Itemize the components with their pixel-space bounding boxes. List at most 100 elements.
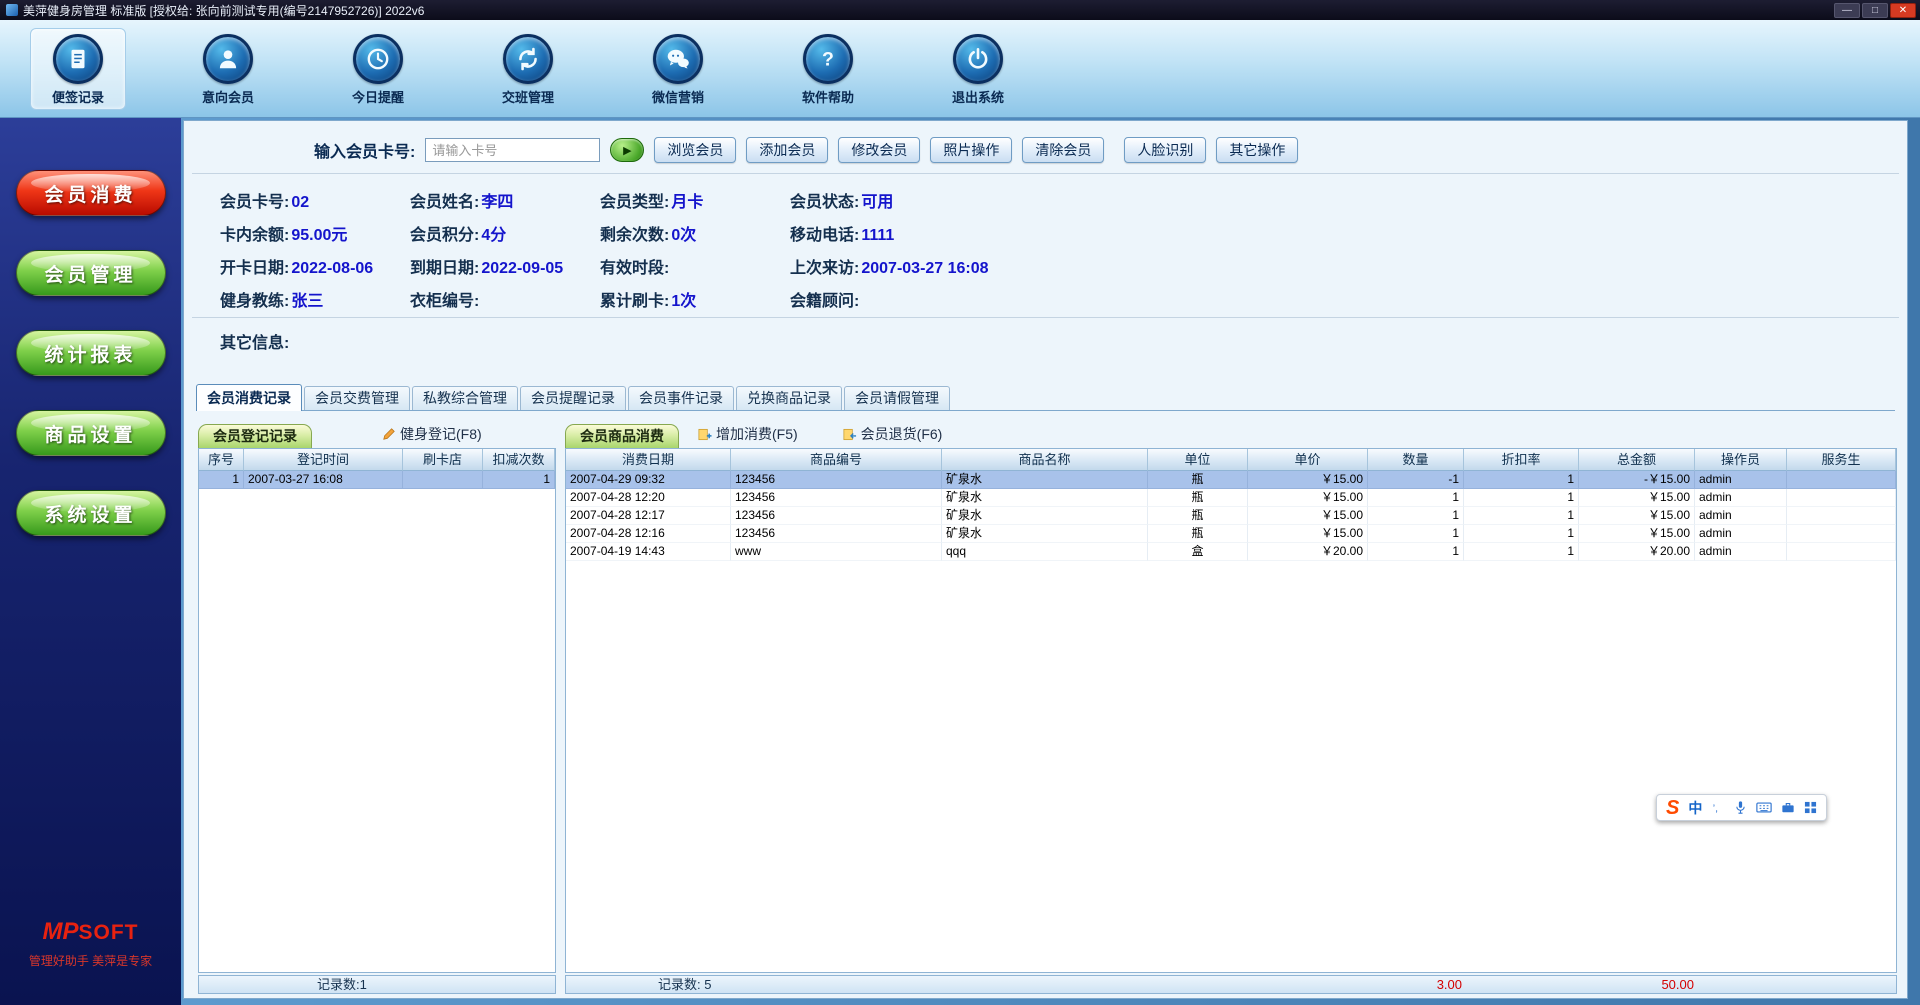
toolbar-item-help[interactable]: ? 软件帮助: [780, 28, 876, 110]
tab-payment-management[interactable]: 会员交费管理: [304, 386, 410, 410]
column-header[interactable]: 总金额: [1579, 449, 1695, 471]
cell-waiter: [1787, 543, 1896, 561]
table-row[interactable]: 2007-04-29 09:32 123456 矿泉水 瓶 ￥15.00 -1 …: [566, 471, 1896, 489]
grid-icon[interactable]: [1804, 801, 1817, 814]
column-header[interactable]: 单位: [1148, 449, 1248, 471]
search-go-button[interactable]: ▶: [610, 138, 645, 162]
toolbar-item-notes[interactable]: 便签记录: [30, 27, 126, 110]
cell-discount: 1: [1464, 507, 1579, 525]
member-field-mobile: 移动电话: 1111: [790, 226, 895, 244]
cell-unit: 瓶: [1148, 489, 1248, 507]
keyboard-icon[interactable]: [1756, 801, 1773, 814]
column-header[interactable]: 商品名称: [942, 449, 1148, 471]
sidebar-item-member-management[interactable]: 会员管理: [15, 250, 166, 296]
tab-consumption-records[interactable]: 会员消费记录: [196, 384, 302, 411]
product-consumption-tab[interactable]: 会员商品消费: [565, 424, 679, 448]
clear-member-button[interactable]: 清除会员: [1022, 137, 1105, 163]
table-row[interactable]: 2007-04-19 14:43 www qqq 盒 ￥20.00 1 1 ￥2…: [566, 543, 1896, 561]
gym-checkin-button-label: 健身登记(F8): [400, 426, 482, 442]
add-consumption-button[interactable]: 增加消费(F5): [697, 424, 798, 444]
cell-qty: 1: [1368, 507, 1464, 525]
sogou-logo-icon[interactable]: S: [1666, 798, 1679, 818]
cell-operator: admin: [1695, 525, 1787, 543]
member-return-label: 会员退货(F6): [860, 426, 943, 442]
table-row[interactable]: 2007-04-28 12:20 123456 矿泉水 瓶 ￥15.00 1 1…: [566, 489, 1896, 507]
table-row[interactable]: 2007-04-28 12:16 123456 矿泉水 瓶 ￥15.00 1 1…: [566, 525, 1896, 543]
sidebar-item-statistics-reports[interactable]: 统计报表: [15, 330, 166, 376]
table-row[interactable]: 1 2007-03-27 16:08 1: [199, 471, 555, 489]
minimize-button[interactable]: —: [1834, 2, 1860, 18]
ime-toolbar: S 中 ’,: [1656, 794, 1828, 821]
card-number-input[interactable]: [425, 138, 601, 162]
cell-total: ￥20.00: [1579, 543, 1695, 561]
member-return-button[interactable]: 会员退货(F6): [842, 424, 943, 444]
cell-operator: admin: [1695, 507, 1787, 525]
toolbar-item-exit[interactable]: 退出系统: [930, 28, 1026, 110]
cell-product: 矿泉水: [942, 471, 1148, 489]
sidebar-item-label: 商品设置: [44, 424, 137, 446]
member-search-row: 输入会员卡号: ▶ 浏览会员 添加会员 修改会员 照片操作 清除会员 人脸识别 …: [314, 135, 1887, 165]
window-title: 美萍健身房管理 标准版 [授权给: 张向前测试专用(编号2147952726)]…: [23, 3, 425, 18]
power-icon: [953, 33, 1003, 84]
member-field-consultant: 会籍顾问:: [790, 292, 860, 310]
column-header[interactable]: 商品编号: [731, 449, 942, 471]
column-header[interactable]: 序号: [199, 449, 244, 471]
column-header[interactable]: 单价: [1248, 449, 1368, 471]
checkin-panel-header: 会员登记记录 健身登记(F8): [198, 421, 556, 448]
cell-unit: 瓶: [1148, 471, 1248, 489]
checkin-records-tab[interactable]: 会员登记记录: [198, 424, 312, 448]
consumption-table-header: 消费日期 商品编号 商品名称 单位 单价 数量 折扣率 总金额 操作员 服务生: [566, 449, 1896, 471]
brand-logo: MPSOFT 管理好助手 美萍是专家: [0, 918, 181, 969]
maximize-button[interactable]: □: [1862, 2, 1888, 18]
toolbox-icon[interactable]: [1781, 801, 1795, 814]
column-header[interactable]: 操作员: [1695, 449, 1787, 471]
cell-total: ￥15.00: [1579, 489, 1695, 507]
edit-member-button[interactable]: 修改会员: [838, 137, 921, 163]
add-page-icon: [698, 428, 712, 440]
column-header[interactable]: 扣减次数: [483, 449, 555, 471]
tab-private-coach[interactable]: 私教综合管理: [412, 386, 518, 410]
gym-checkin-button[interactable]: 健身登记(F8): [382, 424, 482, 444]
tab-reminder-records[interactable]: 会员提醒记录: [520, 386, 626, 410]
column-header[interactable]: 数量: [1368, 449, 1464, 471]
cell-qty: 1: [1368, 525, 1464, 543]
column-header[interactable]: 消费日期: [566, 449, 731, 471]
toolbar-item-prospective-members[interactable]: 意向会员: [180, 28, 276, 110]
toolbar-item-label: 微信营销: [651, 89, 704, 105]
sidebar-item-system-settings[interactable]: 系统设置: [15, 490, 166, 536]
column-header[interactable]: 服务生: [1787, 449, 1896, 471]
add-member-button[interactable]: 添加会员: [746, 137, 829, 163]
tab-exchange-records[interactable]: 兑换商品记录: [736, 386, 842, 410]
toolbar-item-wechat-marketing[interactable]: 微信营销: [630, 28, 726, 110]
cell-discount: 1: [1464, 489, 1579, 507]
title-bar: 美萍健身房管理 标准版 [授权给: 张向前测试专用(编号2147952726)]…: [0, 0, 1920, 20]
column-header[interactable]: 登记时间: [244, 449, 403, 471]
consumption-footer: 记录数: 5 3.00 50.00: [565, 975, 1897, 994]
mic-icon[interactable]: [1734, 800, 1747, 815]
toolbar-item-shift-management[interactable]: 交班管理: [480, 28, 576, 110]
sidebar-item-member-consumption[interactable]: 会员消费: [15, 170, 166, 216]
tab-leave-management[interactable]: 会员请假管理: [844, 386, 950, 410]
close-button[interactable]: ✕: [1890, 2, 1916, 18]
cell-operator: admin: [1695, 543, 1787, 561]
toolbar-item-reminders[interactable]: 今日提醒: [330, 28, 426, 110]
member-field-type: 会员类型: 月卡: [600, 193, 704, 211]
column-header[interactable]: 刷卡店: [403, 449, 483, 471]
table-row[interactable]: 2007-04-28 12:17 123456 矿泉水 瓶 ￥15.00 1 1…: [566, 507, 1896, 525]
browse-member-button[interactable]: 浏览会员: [654, 137, 737, 163]
column-header[interactable]: 折扣率: [1464, 449, 1579, 471]
toolbar-item-label: 软件帮助: [801, 89, 854, 105]
sidebar-item-product-settings[interactable]: 商品设置: [15, 410, 166, 456]
cell-discount: 1: [1464, 471, 1579, 489]
main-toolbar: 便签记录 意向会员 今日提醒 交班管理 微信营销 ? 软件帮助 退出系统: [0, 20, 1920, 118]
other-actions-button[interactable]: 其它操作: [1216, 137, 1299, 163]
tab-event-records[interactable]: 会员事件记录: [628, 386, 734, 410]
photo-actions-button[interactable]: 照片操作: [930, 137, 1013, 163]
toolbar-item-label: 交班管理: [501, 89, 554, 105]
cell-total: ￥15.00: [1579, 525, 1695, 543]
ime-language-toggle[interactable]: 中: [1688, 798, 1702, 818]
toolbar-item-label: 今日提醒: [351, 89, 404, 105]
punctuation-icon[interactable]: ’,: [1711, 801, 1725, 815]
divider: [192, 317, 1899, 318]
face-recognition-button[interactable]: 人脸识别: [1124, 137, 1207, 163]
